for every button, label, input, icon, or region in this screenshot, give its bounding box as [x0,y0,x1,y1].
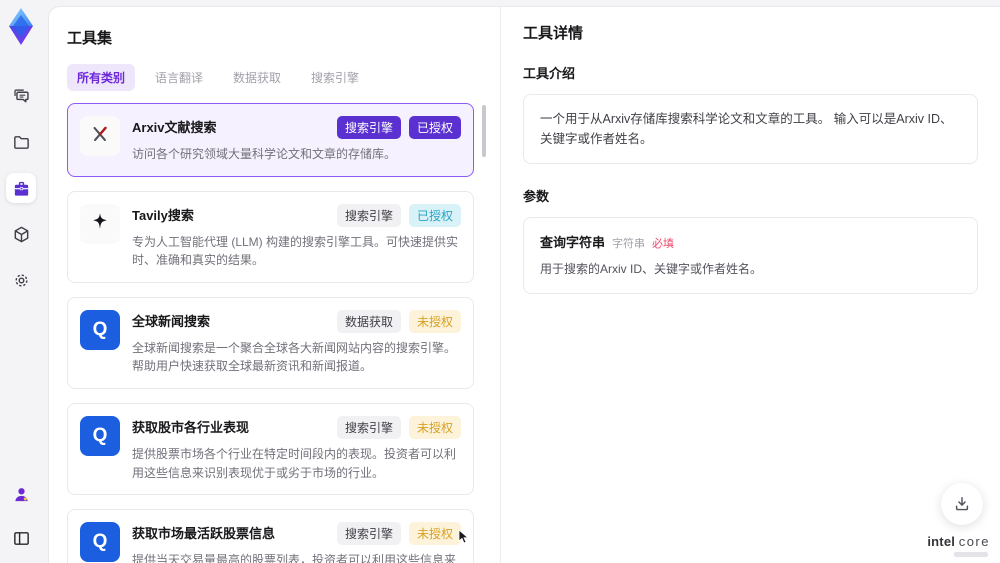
cube-icon[interactable] [6,219,36,249]
tool-card[interactable]: Tavily搜索 搜索引擎 已授权 专为人工智能代理 (LLM) 构建的搜索引擎… [67,190,474,283]
tool-name: 全球新闻搜索 [132,313,211,329]
intel-logo-text: intel [927,533,956,549]
tool-description: 提供股票市场各个行业在特定时间段内的表现。投资者可以利用这些信息来识别表现优于或… [132,446,457,480]
tool-collection-panel: 工具集 所有类别 语言翻译 数据获取 搜索引擎 Arxiv文献搜索 搜索引擎 已… [49,7,501,563]
category-badge: 搜索引擎 [336,415,401,439]
tool-card[interactable]: Q 获取市场最活跃股票信息 搜索引擎 未授权 提供当天交易量最高的股票列表，投资… [67,509,474,563]
tab-data-fetching[interactable]: 数据获取 [223,64,291,91]
q-icon: Q [80,522,120,563]
tool-list: Arxiv文献搜索 搜索引擎 已授权 访问各个研究领域大量科学论文和文章的存储库… [67,103,474,563]
tool-description: 专为人工智能代理 (LLM) 构建的搜索引擎工具。可快速提供实时、准确和真实的结… [132,234,459,268]
app-logo-icon [4,5,38,49]
tool-body: 获取股市各行业表现 搜索引擎 未授权 提供股票市场各个行业在特定时间段内的表现。… [132,415,461,482]
tool-list-wrap: Arxiv文献搜索 搜索引擎 已授权 访问各个研究领域大量科学论文和文章的存储库… [67,103,486,563]
category-tabs: 所有类别 语言翻译 数据获取 搜索引擎 [67,64,486,91]
main-card: 工具集 所有类别 语言翻译 数据获取 搜索引擎 Arxiv文献搜索 搜索引擎 已… [48,6,1000,563]
sparkle-icon [80,203,120,244]
page-title: 工具集 [67,30,113,47]
icon-rail [0,0,42,563]
intro-heading: 工具介绍 [523,66,576,81]
main-area: 工具集 所有类别 语言翻译 数据获取 搜索引擎 Arxiv文献搜索 搜索引擎 已… [42,0,1000,563]
folder-icon[interactable] [6,127,36,157]
tool-card[interactable]: Q 获取股市各行业表现 搜索引擎 未授权 提供股票市场各个行业在特定时间段内的表… [67,402,474,496]
param-head: 查询字符串 字符串 必填 [540,232,961,251]
category-badge: 搜索引擎 [336,522,401,546]
tool-name: 获取市场最活跃股票信息 [132,526,276,542]
tool-description: 提供当天交易量最高的股票列表，投资者可以利用这些信息来识别流动性强的股票和潜在的… [132,553,457,563]
tool-body: 全球新闻搜索 数据获取 未授权 全球新闻搜索是一个聚合全球各大新闻网站内容的搜索… [132,309,461,376]
scrollbar-thumb[interactable] [482,105,486,157]
intel-core-logo: intel core [927,533,990,557]
tab-all-categories[interactable]: 所有类别 [67,64,136,91]
mouse-cursor [458,529,470,545]
tool-tags: 搜索引擎 已授权 [336,116,461,139]
auth-status-badge: 已授权 [408,203,461,227]
app-window: 工具集 所有类别 语言翻译 数据获取 搜索引擎 Arxiv文献搜索 搜索引擎 已… [0,0,1000,563]
panel-toggle-icon[interactable] [6,523,36,553]
details-title: 工具详情 [523,25,584,42]
tool-description: 全球新闻搜索是一个聚合全球各大新闻网站内容的搜索引擎。帮助用户快速获取全球最新资… [132,340,457,374]
tool-name: Arxiv文献搜索 [132,120,217,135]
param-card: 查询字符串 字符串 必填 用于搜索的Arxiv ID、关键字或作者姓名。 [523,217,978,294]
auth-status-badge: 未授权 [408,309,461,333]
tool-card[interactable]: Q 全球新闻搜索 数据获取 未授权 全球新闻搜索是一个聚合全球各大新闻网站内容的… [67,296,474,389]
param-name: 查询字符串 [540,235,606,250]
category-badge: 数据获取 [336,309,401,333]
tool-description: 访问各个研究领域大量科学论文和文章的存储库。 [132,147,397,161]
tool-tags: 数据获取 未授权 [336,309,461,333]
tool-tags: 搜索引擎 未授权 [336,415,461,439]
param-required-badge: 必填 [652,238,675,250]
tool-body: Tavily搜索 搜索引擎 已授权 专为人工智能代理 (LLM) 构建的搜索引擎… [132,203,461,270]
scrollbar[interactable] [481,103,486,563]
q-icon: Q [80,309,120,350]
params-heading: 参数 [523,189,550,204]
tab-language-translation[interactable]: 语言翻译 [145,64,213,91]
category-badge: 搜索引擎 [336,203,401,227]
tool-body: 获取市场最活跃股票信息 搜索引擎 未授权 提供当天交易量最高的股票列表，投资者可… [132,522,461,563]
auth-status-badge: 已授权 [408,116,461,139]
intel-logo-subbadge [954,552,988,557]
tool-tags: 搜索引擎 未授权 [336,522,461,546]
auth-status-badge: 未授权 [408,522,461,546]
rail-bottom [6,479,36,553]
param-desc: 用于搜索的Arxiv ID、关键字或作者姓名。 [540,262,763,276]
tool-details-panel: 工具详情 工具介绍 一个用于从Arxiv存储库搜索科学论文和文章的工具。 输入可… [501,7,1000,563]
settings-gear-icon[interactable] [6,265,36,295]
core-logo-text: core [958,533,990,549]
intro-box: 一个用于从Arxiv存储库搜索科学论文和文章的工具。 输入可以是Arxiv ID… [523,94,978,164]
tool-name: Tavily搜索 [132,207,194,223]
tool-name: 获取股市各行业表现 [132,419,250,435]
tool-body: Arxiv文献搜索 搜索引擎 已授权 访问各个研究领域大量科学论文和文章的存储库… [132,116,461,164]
toolbox-icon-active[interactable] [6,173,36,203]
rail-nav [6,81,36,295]
q-icon: Q [80,415,120,456]
tool-tags: 搜索引擎 已授权 [336,203,461,227]
param-type: 字符串 [612,238,646,250]
download-button[interactable] [941,483,983,525]
user-avatar-icon[interactable] [6,479,36,509]
arxiv-icon [80,116,120,156]
category-badge: 搜索引擎 [336,116,401,139]
tab-search-engine[interactable]: 搜索引擎 [301,64,369,91]
tool-card[interactable]: Arxiv文献搜索 搜索引擎 已授权 访问各个研究领域大量科学论文和文章的存储库… [67,103,474,177]
chat-icon[interactable] [6,81,36,111]
auth-status-badge: 未授权 [408,415,461,439]
